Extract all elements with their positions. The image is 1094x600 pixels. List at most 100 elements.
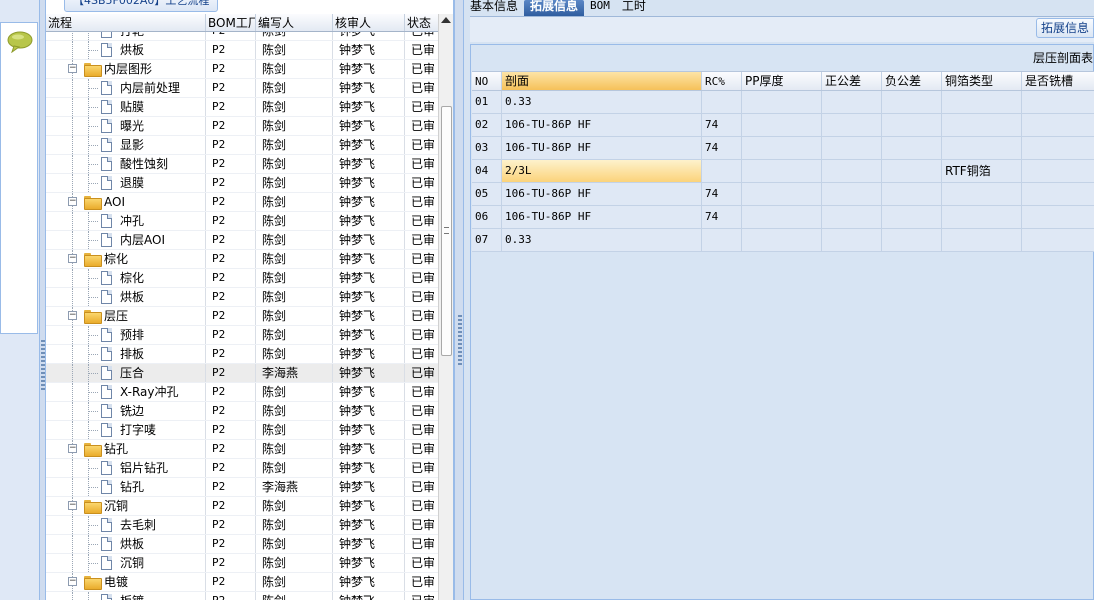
copper-type-cell[interactable] <box>942 229 1022 251</box>
copper-type-cell[interactable] <box>942 91 1022 113</box>
column-header-flow[interactable]: 流程 <box>46 14 206 31</box>
copper-type-cell[interactable] <box>942 114 1022 136</box>
positive-tolerance-cell[interactable] <box>822 206 882 228</box>
column-header-copper-type[interactable]: 铜箔类型 <box>942 72 1022 90</box>
milling-cell[interactable] <box>1022 183 1094 205</box>
positive-tolerance-cell[interactable] <box>822 183 882 205</box>
tree-row[interactable]: 冲孔 P2 陈剑 钟梦飞 已审 <box>46 212 438 231</box>
tree-row[interactable]: 铝片钻孔 P2 陈剑 钟梦飞 已审 <box>46 459 438 478</box>
tree-row[interactable]: 铣边 P2 陈剑 钟梦飞 已审 <box>46 402 438 421</box>
tree-row[interactable]: 去毛刺 P2 陈剑 钟梦飞 已审 <box>46 516 438 535</box>
column-header-bom[interactable]: BOM工厂 <box>206 14 256 31</box>
chat-bubble-icon[interactable] <box>7 31 33 56</box>
tree-row[interactable]: 沉铜 P2 陈剑 钟梦飞 已审 <box>46 554 438 573</box>
milling-cell[interactable] <box>1022 206 1094 228</box>
negative-tolerance-cell[interactable] <box>882 229 942 251</box>
no-cell[interactable]: 03 <box>472 137 502 159</box>
pp-thickness-cell[interactable] <box>742 137 822 159</box>
copper-type-cell[interactable] <box>942 206 1022 228</box>
section-cell[interactable]: 106-TU-86P HF <box>502 137 702 159</box>
no-cell[interactable]: 05 <box>472 183 502 205</box>
tree-row[interactable]: 贴膜 P2 陈剑 钟梦飞 已审 <box>46 98 438 117</box>
rc-cell[interactable]: 74 <box>702 114 742 136</box>
tree-row[interactable]: 显影 P2 陈剑 钟梦飞 已审 <box>46 136 438 155</box>
copper-type-cell[interactable] <box>942 137 1022 159</box>
extended-info-button[interactable]: 拓展信息 <box>1035 18 1094 38</box>
tree-row[interactable]: − 钻孔 P2 陈剑 钟梦飞 已审 <box>46 440 438 459</box>
column-header-section[interactable]: 剖面 <box>502 72 702 90</box>
section-cell[interactable]: 106-TU-86P HF <box>502 114 702 136</box>
tree-row[interactable]: 内层前处理 P2 陈剑 钟梦飞 已审 <box>46 79 438 98</box>
collapse-toggle-icon[interactable]: − <box>68 501 77 510</box>
tree-row[interactable]: 板镀 P2陈剑钟梦飞已审 <box>46 592 438 600</box>
milling-cell[interactable] <box>1022 137 1094 159</box>
tree-row[interactable]: 退膜 P2 陈剑 钟梦飞 已审 <box>46 174 438 193</box>
collapse-toggle-icon[interactable]: − <box>68 444 77 453</box>
grid-row[interactable]: 02 106-TU-86P HF 74 <box>472 114 1094 137</box>
grid-row[interactable]: 05 106-TU-86P HF 74 <box>472 183 1094 206</box>
tree-row[interactable]: − 电镀 P2 陈剑 钟梦飞 已审 <box>46 573 438 592</box>
no-cell[interactable]: 02 <box>472 114 502 136</box>
tree-row[interactable]: − 层压 P2 陈剑 钟梦飞 已审 <box>46 307 438 326</box>
grid-row[interactable]: 04 2/3L RTF铜箔 <box>472 160 1094 183</box>
collapse-toggle-icon[interactable]: − <box>68 197 77 206</box>
no-cell[interactable]: 06 <box>472 206 502 228</box>
negative-tolerance-cell[interactable] <box>882 183 942 205</box>
grid-row[interactable]: 07 0.33 <box>472 229 1094 252</box>
tree-row[interactable]: − AOI P2 陈剑 钟梦飞 已审 <box>46 193 438 212</box>
pp-thickness-cell[interactable] <box>742 229 822 251</box>
pp-thickness-cell[interactable] <box>742 206 822 228</box>
grid-row[interactable]: 01 0.33 <box>472 91 1094 114</box>
positive-tolerance-cell[interactable] <box>822 114 882 136</box>
column-header-rc[interactable]: RC% <box>702 72 742 90</box>
tree-row[interactable]: − 内层图形 P2 陈剑 钟梦飞 已审 <box>46 60 438 79</box>
column-header-pp-thickness[interactable]: PP厚度 <box>742 72 822 90</box>
section-cell[interactable]: 106-TU-86P HF <box>502 206 702 228</box>
negative-tolerance-cell[interactable] <box>882 160 942 182</box>
rc-cell[interactable]: 74 <box>702 183 742 205</box>
pp-thickness-cell[interactable] <box>742 114 822 136</box>
section-cell[interactable]: 0.33 <box>502 91 702 113</box>
tree-scrollbar[interactable] <box>438 14 453 600</box>
column-header-writer[interactable]: 编写人 <box>256 14 333 31</box>
pp-thickness-cell[interactable] <box>742 160 822 182</box>
negative-tolerance-cell[interactable] <box>882 91 942 113</box>
tree-row[interactable]: 排板 P2 陈剑 钟梦飞 已审 <box>46 345 438 364</box>
column-header-negative-tolerance[interactable]: 负公差 <box>882 72 942 90</box>
grid-row[interactable]: 03 106-TU-86P HF 74 <box>472 137 1094 160</box>
tree-row[interactable]: 压合 P2 李海燕 钟梦飞 已审 <box>46 364 438 383</box>
rc-cell[interactable] <box>702 91 742 113</box>
tree-row[interactable]: 曝光 P2 陈剑 钟梦飞 已审 <box>46 117 438 136</box>
tab-extended-info[interactable]: 拓展信息 <box>524 0 585 16</box>
collapse-toggle-icon[interactable]: − <box>68 254 77 263</box>
scroll-up-arrow-icon[interactable] <box>441 17 451 23</box>
negative-tolerance-cell[interactable] <box>882 206 942 228</box>
negative-tolerance-cell[interactable] <box>882 114 942 136</box>
section-cell[interactable]: 0.33 <box>502 229 702 251</box>
tree-row[interactable]: − 棕化 P2 陈剑 钟梦飞 已审 <box>46 250 438 269</box>
rc-cell[interactable] <box>702 160 742 182</box>
column-header-no[interactable]: NO <box>472 72 502 90</box>
tree-row[interactable]: 内层AOI P2 陈剑 钟梦飞 已审 <box>46 231 438 250</box>
tab-work-hours[interactable]: 工时 <box>616 0 652 16</box>
no-cell[interactable]: 04 <box>472 160 502 182</box>
tree-row[interactable]: 钻孔 P2 李海燕 钟梦飞 已审 <box>46 478 438 497</box>
grid-row[interactable]: 06 106-TU-86P HF 74 <box>472 206 1094 229</box>
tree-row[interactable]: − 沉铜 P2 陈剑 钟梦飞 已审 <box>46 497 438 516</box>
tree-row[interactable]: 酸性蚀刻 P2 陈剑 钟梦飞 已审 <box>46 155 438 174</box>
negative-tolerance-cell[interactable] <box>882 137 942 159</box>
tree-row[interactable]: 烘板 P2 陈剑 钟梦飞 已审 <box>46 535 438 554</box>
tab-basic-info[interactable]: 基本信息 <box>464 0 524 16</box>
positive-tolerance-cell[interactable] <box>822 229 882 251</box>
section-cell[interactable]: 2/3L <box>502 160 702 182</box>
copper-type-cell[interactable]: RTF铜箔 <box>942 160 1022 182</box>
section-cell[interactable]: 106-TU-86P HF <box>502 183 702 205</box>
collapse-toggle-icon[interactable]: − <box>68 64 77 73</box>
scroll-thumb[interactable] <box>441 106 452 356</box>
panel-splitter[interactable] <box>454 0 464 600</box>
tree-row[interactable]: X-Ray冲孔 P2 陈剑 钟梦飞 已审 <box>46 383 438 402</box>
collapse-toggle-icon[interactable]: − <box>68 311 77 320</box>
rc-cell[interactable]: 74 <box>702 206 742 228</box>
positive-tolerance-cell[interactable] <box>822 137 882 159</box>
no-cell[interactable]: 01 <box>472 91 502 113</box>
